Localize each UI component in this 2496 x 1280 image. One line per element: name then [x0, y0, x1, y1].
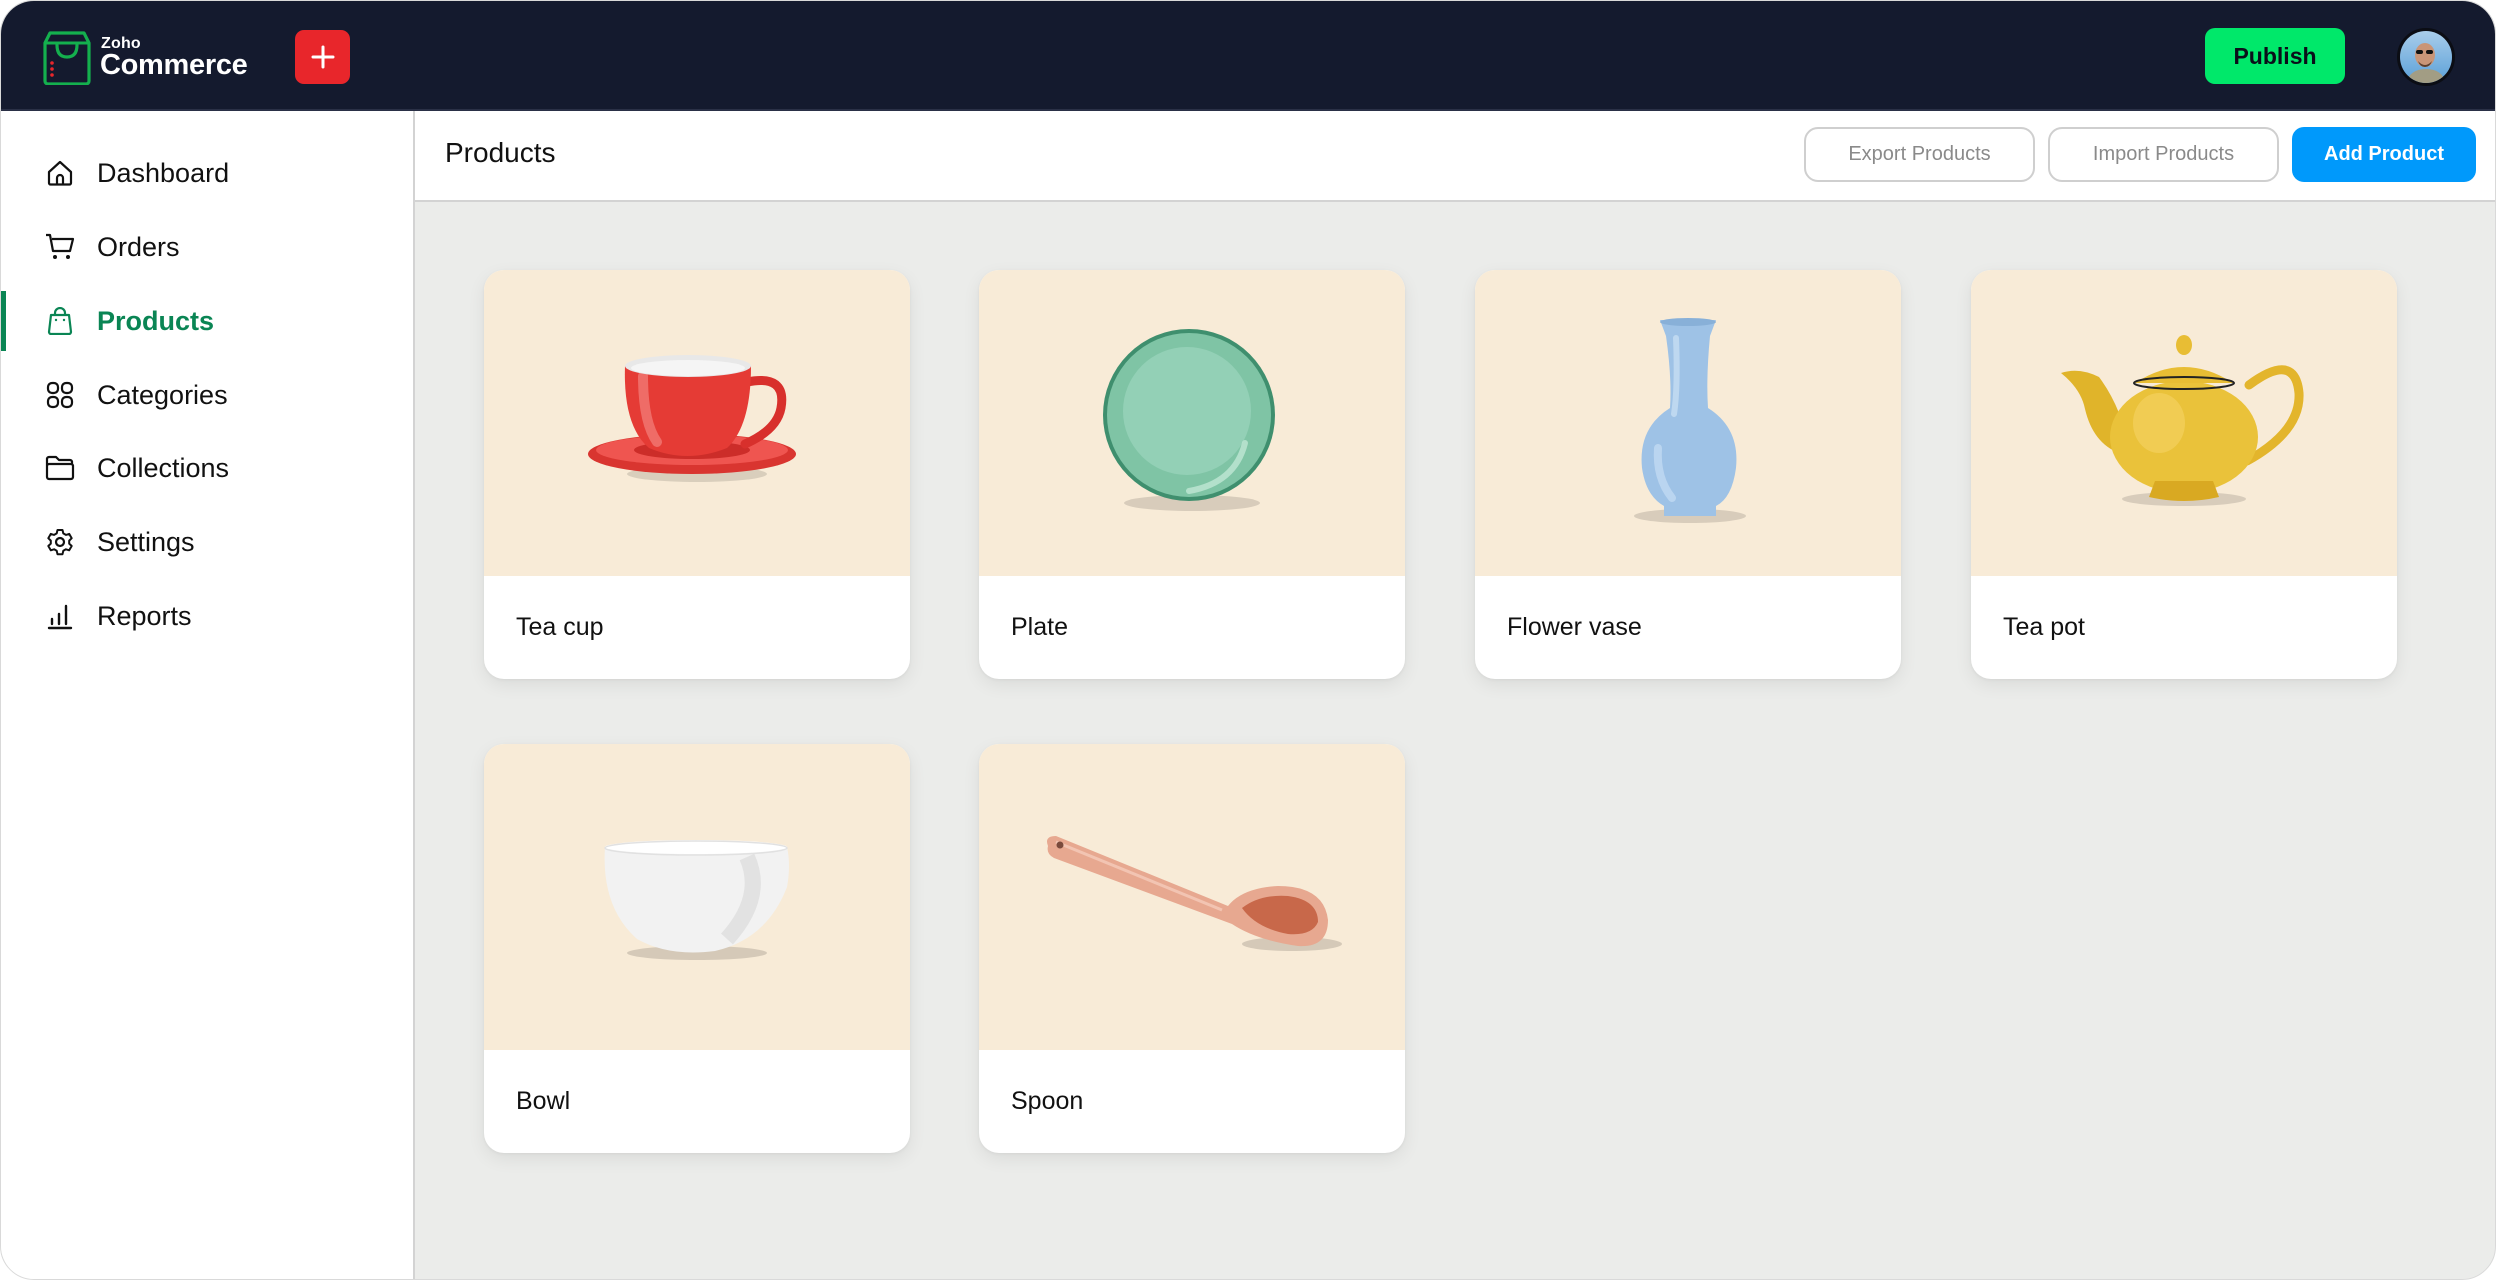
page-title: Products	[445, 137, 556, 168]
sidebar-item-label: Settings	[97, 526, 195, 557]
zoho-commerce-logo[interactable]: Zoho Commerce	[43, 31, 263, 87]
sidebar-item-collections[interactable]: Collections	[1, 438, 413, 498]
page-header: Products Export Products Import Products…	[415, 111, 2495, 202]
sidebar-item-label: Categories	[97, 379, 228, 410]
grid-icon	[45, 380, 75, 410]
cart-icon	[45, 232, 75, 262]
sidebar-item-reports[interactable]: Reports	[1, 586, 413, 646]
sidebar-item-label: Dashboard	[97, 157, 230, 188]
product-name: Tea pot	[2003, 613, 2086, 641]
product-name: Plate	[1011, 613, 1068, 641]
sidebar: Dashboard Orders Products Categories Col…	[1, 111, 415, 1279]
sidebar-item-products[interactable]: Products	[1, 291, 413, 351]
product-card[interactable]: Tea pot	[1971, 270, 2397, 679]
folder-icon	[45, 453, 75, 483]
product-image-spoon	[979, 744, 1405, 1050]
product-card[interactable]: Tea cup	[484, 270, 910, 679]
product-card[interactable]: Spoon	[979, 744, 1405, 1153]
product-image-flower-vase	[1475, 270, 1901, 576]
sidebar-item-settings[interactable]: Settings	[1, 512, 413, 572]
home-icon	[45, 158, 75, 188]
product-name: Bowl	[516, 1087, 571, 1115]
product-name: Flower vase	[1507, 613, 1642, 641]
import-products-button[interactable]: Import Products	[2048, 127, 2279, 182]
product-image-plate	[979, 270, 1405, 576]
active-indicator	[1, 291, 6, 351]
plus-icon	[311, 45, 334, 69]
user-avatar[interactable]	[2397, 28, 2455, 86]
product-name: Spoon	[1011, 1087, 1084, 1115]
app-window: Zoho Commerce Publish Dashboard Orders P…	[0, 0, 2496, 1280]
publish-button[interactable]: Publish	[2205, 28, 2345, 84]
top-bar: Zoho Commerce Publish	[1, 1, 2495, 111]
product-image-tea-pot	[1971, 270, 2397, 576]
product-image-bowl	[484, 744, 910, 1050]
export-products-button[interactable]: Export Products	[1804, 127, 2035, 182]
product-card[interactable]: Flower vase	[1475, 270, 1901, 679]
create-new-button[interactable]	[295, 30, 350, 84]
shopping-bag-logo-icon	[43, 31, 91, 85]
sidebar-item-orders[interactable]: Orders	[1, 217, 413, 277]
logo-text-commerce: Commerce	[100, 49, 248, 81]
product-image-tea-cup	[484, 270, 910, 576]
shopping-bag-icon	[45, 306, 75, 336]
sidebar-item-label: Orders	[97, 231, 180, 262]
sidebar-item-label: Collections	[97, 452, 230, 483]
sidebar-item-categories[interactable]: Categories	[1, 365, 413, 425]
product-name: Tea cup	[516, 613, 604, 641]
avatar-image	[2400, 31, 2452, 83]
add-product-button[interactable]: Add Product	[2292, 127, 2476, 182]
product-card[interactable]: Bowl	[484, 744, 910, 1153]
gear-icon	[45, 527, 75, 557]
bar-chart-icon	[45, 601, 75, 631]
product-card[interactable]: Plate	[979, 270, 1405, 679]
sidebar-item-dashboard[interactable]: Dashboard	[1, 143, 413, 203]
sidebar-item-label: Products	[97, 305, 215, 336]
sidebar-item-label: Reports	[97, 600, 192, 631]
